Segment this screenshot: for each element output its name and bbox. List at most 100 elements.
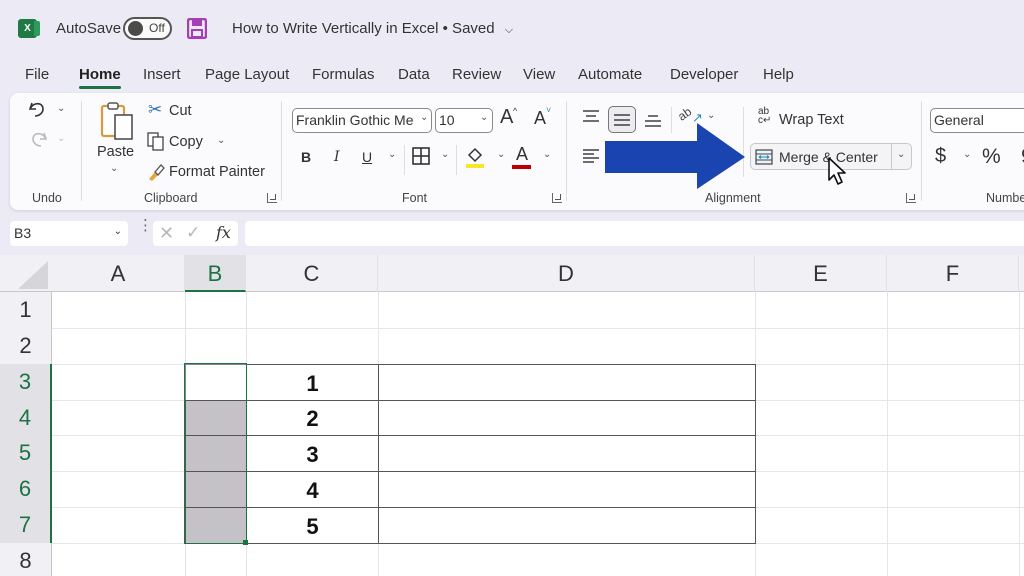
- cell-b4[interactable]: [185, 400, 247, 436]
- column-header-b[interactable]: B: [185, 255, 246, 292]
- paste-button[interactable]: Paste: [97, 144, 134, 160]
- toggle-knob: [128, 21, 143, 36]
- tab-automate[interactable]: Automate: [578, 66, 642, 83]
- borders-icon[interactable]: [411, 146, 431, 166]
- row-header-4[interactable]: 4: [0, 400, 52, 435]
- alignment-launcher-icon[interactable]: [906, 193, 916, 203]
- wrap-text-button[interactable]: Wrap Text: [779, 112, 844, 128]
- insert-function-button[interactable]: fx: [216, 223, 231, 242]
- cell-c3[interactable]: 1: [246, 364, 379, 401]
- underline-button[interactable]: U: [362, 149, 372, 165]
- cell-b6[interactable]: [185, 471, 247, 508]
- cell-c5[interactable]: 3: [246, 435, 379, 472]
- row-header-6[interactable]: 6: [0, 471, 52, 507]
- fill-color-icon[interactable]: [464, 145, 486, 169]
- tab-review[interactable]: Review: [452, 66, 501, 83]
- number-format-select[interactable]: General: [930, 108, 1024, 133]
- tab-formulas[interactable]: Formulas: [312, 66, 375, 83]
- chevron-down-icon[interactable]: ⌄: [114, 226, 122, 237]
- cell-b7[interactable]: [185, 507, 247, 544]
- clipboard-launcher-icon[interactable]: [267, 193, 277, 203]
- font-name-select[interactable]: Franklin Gothic Me ⌄: [292, 108, 432, 133]
- borders-dropdown-icon[interactable]: ⌄: [441, 149, 449, 160]
- undo-icon[interactable]: [27, 99, 49, 119]
- orientation-dropdown-icon[interactable]: ⌄: [707, 110, 715, 121]
- select-all-button[interactable]: [18, 261, 48, 289]
- alignment-group-label: Alignment: [705, 191, 761, 205]
- underline-dropdown-icon[interactable]: ⌄: [388, 149, 396, 160]
- annotation-arrow-icon: [605, 123, 745, 189]
- tab-developer[interactable]: Developer: [670, 66, 738, 83]
- cancel-icon[interactable]: ✕: [159, 223, 174, 244]
- top-align-icon[interactable]: [582, 109, 600, 123]
- row-header-8[interactable]: 8: [0, 543, 52, 576]
- cell-d4[interactable]: [378, 400, 756, 436]
- font-launcher-icon[interactable]: [552, 193, 562, 203]
- grow-font-button[interactable]: A: [500, 106, 513, 129]
- font-size-select[interactable]: 10 ⌄: [435, 108, 493, 133]
- cell-b3[interactable]: [185, 364, 247, 401]
- column-header-e[interactable]: E: [755, 255, 887, 292]
- merge-center-dropdown-icon[interactable]: ⌄: [897, 149, 905, 160]
- cell-d3[interactable]: [378, 364, 756, 401]
- cell-d6[interactable]: [378, 471, 756, 508]
- column-header-c[interactable]: C: [246, 255, 378, 292]
- italic-button[interactable]: I: [334, 149, 340, 165]
- tab-page-layout[interactable]: Page Layout: [205, 66, 289, 83]
- currency-button[interactable]: $: [935, 145, 946, 168]
- fill-color-dropdown-icon[interactable]: ⌄: [497, 149, 505, 160]
- column-header-a[interactable]: A: [52, 255, 185, 292]
- fill-handle[interactable]: [243, 540, 248, 545]
- copy-dropdown-icon[interactable]: ⌄: [217, 135, 225, 146]
- row-header-3[interactable]: 3: [0, 364, 52, 400]
- shrink-font-button[interactable]: A: [534, 108, 546, 129]
- formula-controls: ✕ ✓ fx: [153, 221, 238, 246]
- column-header-d[interactable]: D: [378, 255, 755, 292]
- cell-c6[interactable]: 4: [246, 471, 379, 508]
- cell-d5[interactable]: [378, 435, 756, 472]
- column-header-f[interactable]: F: [887, 255, 1019, 292]
- font-color-dropdown-icon[interactable]: ⌄: [543, 149, 551, 160]
- row-header-1[interactable]: 1: [0, 292, 52, 328]
- chevron-down-icon: ⌄: [418, 112, 431, 123]
- autosave-toggle[interactable]: Off: [123, 17, 172, 40]
- number-format-value: General: [934, 112, 984, 128]
- cut-button[interactable]: Cut: [169, 103, 192, 119]
- document-name: How to Write Vertically in Excel: [232, 20, 439, 37]
- tab-view[interactable]: View: [523, 66, 555, 83]
- save-icon[interactable]: [187, 18, 207, 39]
- column-header-bar: A B C D E F: [0, 255, 1024, 292]
- tab-help[interactable]: Help: [763, 66, 794, 83]
- tab-insert[interactable]: Insert: [143, 66, 181, 83]
- redo-dropdown-icon[interactable]: ⌄: [57, 133, 65, 144]
- formula-input[interactable]: [245, 221, 1024, 246]
- row-header-7[interactable]: 7: [0, 507, 52, 543]
- bold-button[interactable]: B: [301, 149, 311, 165]
- document-title[interactable]: How to Write Vertically in Excel • Saved…: [232, 20, 513, 37]
- tab-file[interactable]: File: [25, 66, 49, 83]
- row-header-2[interactable]: 2: [0, 328, 52, 364]
- enter-icon[interactable]: ✓: [186, 223, 200, 243]
- paste-dropdown-icon[interactable]: ⌄: [110, 163, 118, 174]
- paste-icon[interactable]: [99, 101, 135, 141]
- font-color-button[interactable]: A: [516, 144, 528, 165]
- undo-group-label: Undo: [32, 191, 62, 205]
- more-options-icon[interactable]: ⋮: [138, 218, 153, 233]
- currency-dropdown-icon[interactable]: ⌄: [963, 149, 971, 160]
- redo-icon[interactable]: [27, 129, 49, 149]
- format-painter-icon: [149, 164, 165, 181]
- row-header-5[interactable]: 5: [0, 435, 52, 471]
- name-box[interactable]: B3 ⌄: [10, 221, 128, 246]
- tab-data[interactable]: Data: [398, 66, 430, 83]
- cell-d7[interactable]: [378, 507, 756, 544]
- tab-home[interactable]: Home: [79, 66, 121, 89]
- split-divider: [891, 144, 892, 169]
- undo-dropdown-icon[interactable]: ⌄: [57, 103, 65, 114]
- copy-button[interactable]: Copy: [169, 134, 203, 150]
- format-painter-button[interactable]: Format Painter: [169, 164, 265, 180]
- align-left-icon[interactable]: [582, 148, 600, 164]
- percent-button[interactable]: %: [982, 145, 1001, 169]
- cell-c4[interactable]: 2: [246, 400, 379, 436]
- cell-b5[interactable]: [185, 435, 247, 472]
- cell-c7[interactable]: 5: [246, 507, 379, 544]
